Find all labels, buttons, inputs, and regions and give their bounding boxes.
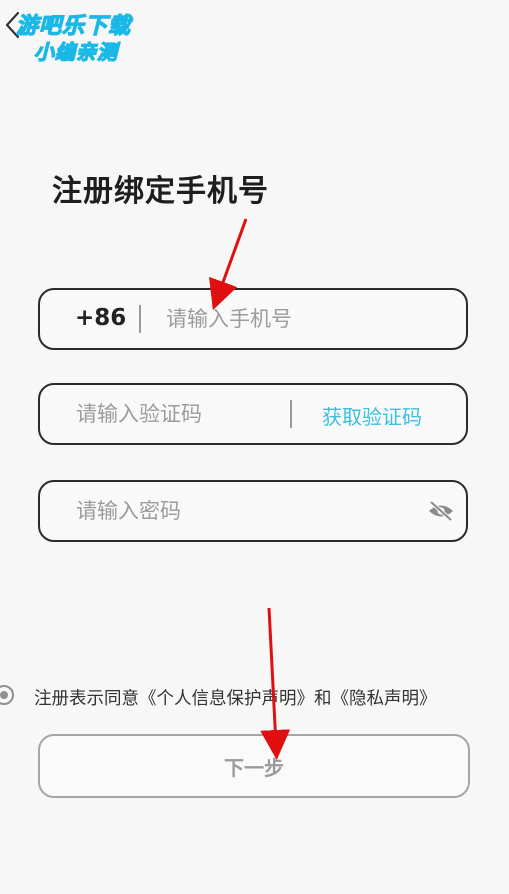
get-code-button[interactable]: 获取验证码 — [322, 401, 422, 430]
verification-code-field: 获取验证码 — [38, 383, 468, 445]
field-divider — [139, 305, 141, 333]
field-divider — [290, 400, 292, 428]
password-visibility-toggle[interactable] — [426, 499, 456, 523]
password-field — [38, 480, 468, 542]
agreement-radio[interactable] — [0, 685, 14, 705]
watermark-line-2: 小编亲测 — [33, 39, 118, 64]
agreement-row: 注册表示同意《个人信息保护声明》和《隐私声明》 — [0, 683, 509, 711]
agreement-text[interactable]: 注册表示同意《个人信息保护声明》和《隐私声明》 — [34, 685, 437, 710]
annotation-arrow-next — [260, 607, 291, 760]
password-input[interactable] — [76, 492, 406, 530]
page-title: 注册绑定手机号 — [52, 174, 269, 209]
phone-field: +86 — [38, 288, 468, 350]
phone-input[interactable] — [166, 300, 446, 338]
annotation-arrow-phone — [209, 218, 248, 311]
country-code[interactable]: +86 — [75, 305, 126, 331]
watermark-logo: 游吧乐下载 小编亲测 — [14, 8, 164, 66]
eye-off-icon — [429, 500, 453, 522]
next-button[interactable]: 下一步 — [38, 734, 470, 798]
verification-code-input[interactable] — [76, 395, 276, 433]
